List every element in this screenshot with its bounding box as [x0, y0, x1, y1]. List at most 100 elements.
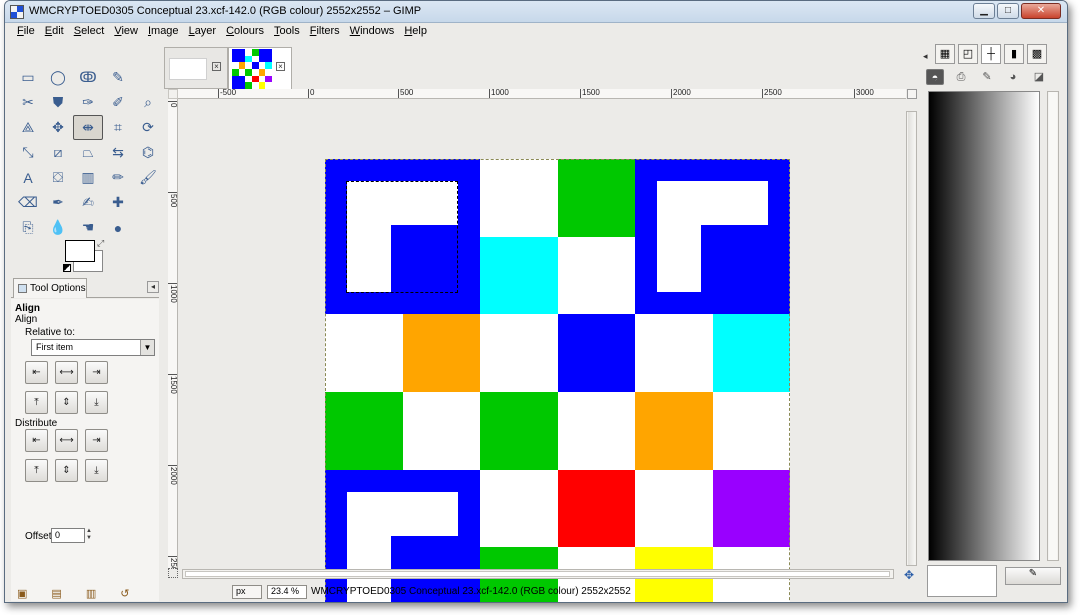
distribute-right-button[interactable]: ⇥: [85, 429, 108, 452]
zoom-select[interactable]: 23.4 %: [267, 585, 307, 599]
save-options-icon[interactable]: ▣: [17, 587, 27, 600]
zoom-image-toggle-icon[interactable]: [907, 89, 917, 99]
align-right-edge-button[interactable]: ⇥: [85, 361, 108, 384]
horizontal-ruler[interactable]: -500 0 500 1000 1500 2000 2500 3000: [178, 89, 906, 99]
brush-tab-icon[interactable]: ✎: [978, 69, 996, 85]
foreground-color-swatch[interactable]: [65, 240, 95, 262]
relative-to-select[interactable]: First item ▼: [31, 339, 155, 356]
printer-tab-icon[interactable]: ⎙: [952, 69, 970, 85]
distribute-bottom-button[interactable]: ⤓: [85, 459, 108, 482]
distribute-left-button[interactable]: ⇤: [25, 429, 48, 452]
fuzzy-select-icon[interactable]: ✎: [103, 65, 133, 90]
blur-icon[interactable]: 💧: [43, 215, 73, 240]
tab-tool-options[interactable]: Tool Options: [13, 278, 87, 298]
dock-scroll-left-icon[interactable]: ◂: [923, 51, 928, 62]
pointer-tab-icon[interactable]: ┼: [981, 44, 1001, 64]
delete-options-icon[interactable]: ▥: [86, 587, 96, 600]
close-tab-icon[interactable]: ×: [212, 62, 221, 71]
blend-icon[interactable]: ▥: [73, 165, 103, 190]
menu-item[interactable]: View: [109, 23, 143, 41]
palette-tab-icon[interactable]: ▩: [1027, 44, 1047, 64]
gradient-preview[interactable]: [928, 91, 1040, 561]
paintbrush-icon[interactable]: 🖌: [133, 165, 163, 190]
move-icon[interactable]: ✥: [43, 115, 73, 140]
menu-item[interactable]: Colours: [221, 23, 269, 41]
menu-item[interactable]: Edit: [40, 23, 69, 41]
scale-icon[interactable]: ⤡: [13, 140, 43, 165]
align-center-horizontal-button[interactable]: ⟷: [55, 361, 78, 384]
fg-bg-colors[interactable]: ⤢: [63, 238, 105, 274]
horizontal-scrollbar[interactable]: [182, 569, 894, 579]
color-picker-icon[interactable]: ✐: [103, 90, 133, 115]
heal-icon[interactable]: ✚: [103, 190, 133, 215]
gradients-tab-icon[interactable]: ▮: [1004, 44, 1024, 64]
minimize-button[interactable]: ▁: [973, 3, 995, 19]
menu-item[interactable]: Image: [143, 23, 184, 41]
menu-item[interactable]: Tools: [269, 23, 305, 41]
pencil-icon[interactable]: ✏: [103, 165, 133, 190]
align-icon[interactable]: ⇼: [73, 115, 103, 140]
close-tab-icon[interactable]: ×: [276, 62, 285, 71]
flip-icon[interactable]: ⇆: [103, 140, 133, 165]
ruler-corner[interactable]: [168, 89, 178, 99]
offset-spinner[interactable]: ▲ ▼: [86, 528, 93, 543]
brushes-tab-icon[interactable]: ◰: [958, 44, 978, 64]
panel-menu-icon[interactable]: ◂: [147, 281, 159, 293]
image-tab-active[interactable]: ×: [228, 47, 292, 89]
crop-icon[interactable]: ⌗: [103, 115, 133, 140]
distribute-center-button[interactable]: ⟷: [55, 429, 78, 452]
align-top-edge-button[interactable]: ⤒: [25, 391, 48, 414]
paths-icon[interactable]: ✑: [73, 90, 103, 115]
smudge-icon[interactable]: ☚: [73, 215, 103, 240]
align-middle-vertical-button[interactable]: ⇕: [55, 391, 78, 414]
bucket-fill-icon[interactable]: ⛋: [43, 165, 73, 190]
menu-item[interactable]: Filters: [305, 23, 345, 41]
restore-options-icon[interactable]: ▤: [51, 587, 61, 600]
airbrush-icon[interactable]: ✒: [43, 190, 73, 215]
shear-icon[interactable]: ⧄: [43, 140, 73, 165]
scissors-icon[interactable]: ✂: [13, 90, 43, 115]
menu-item[interactable]: Select: [69, 23, 110, 41]
perspective-icon[interactable]: ⏢: [73, 140, 103, 165]
default-colors-icon[interactable]: [63, 264, 71, 272]
menu-item[interactable]: Windows: [345, 23, 400, 41]
align-left-edge-button[interactable]: ⇤: [25, 361, 48, 384]
ink-icon[interactable]: ✍: [73, 190, 103, 215]
foreground-select-icon[interactable]: ⛊: [43, 90, 73, 115]
edit-gradient-button[interactable]: ✎: [1005, 567, 1061, 585]
vertical-scrollbar[interactable]: [906, 111, 917, 566]
colors-tab-icon[interactable]: ◕: [1004, 69, 1022, 85]
maximize-button[interactable]: □: [997, 3, 1019, 19]
align-bottom-edge-button[interactable]: ⤓: [85, 391, 108, 414]
reset-options-icon[interactable]: ↺: [120, 587, 129, 600]
fonts-tab-icon[interactable]: ◪: [1030, 69, 1048, 85]
text-icon[interactable]: A: [13, 165, 43, 190]
offset-input[interactable]: 0: [51, 528, 85, 543]
dodge-burn-icon[interactable]: ●: [103, 215, 133, 240]
navigate-icon[interactable]: ✥: [904, 568, 914, 582]
swap-colors-icon[interactable]: ⤢: [97, 238, 104, 249]
menu-item[interactable]: Layer: [184, 23, 222, 41]
unit-select[interactable]: px: [232, 585, 262, 599]
ellipse-select-icon[interactable]: ◯: [43, 65, 73, 90]
clone-icon[interactable]: ⎘: [13, 215, 43, 240]
distribute-middle-button[interactable]: ⇕: [55, 459, 78, 482]
close-button[interactable]: ✕: [1021, 3, 1061, 19]
gimp-wilber-tab-icon[interactable]: ◓: [926, 69, 944, 85]
menu-item[interactable]: File: [12, 23, 40, 41]
measure-icon[interactable]: ⟁: [13, 115, 43, 140]
vertical-ruler[interactable]: 0 500 1000 1500 2000 2500: [168, 99, 178, 569]
quick-mask-toggle[interactable]: [168, 568, 178, 578]
patterns-tab-icon[interactable]: ▦: [935, 44, 955, 64]
dock-scrollbar[interactable]: [1047, 91, 1059, 561]
image-tab-blank[interactable]: ×: [164, 47, 228, 89]
zoom-icon[interactable]: ⌕: [133, 90, 163, 115]
rect-select-icon[interactable]: ▭: [13, 65, 43, 90]
eraser-icon[interactable]: ⌫: [13, 190, 43, 215]
rotate-icon[interactable]: ⟳: [133, 115, 163, 140]
cage-icon[interactable]: ⌬: [133, 140, 163, 165]
distribute-top-button[interactable]: ⤒: [25, 459, 48, 482]
free-select-icon[interactable]: ↂ: [73, 65, 103, 90]
canvas[interactable]: [178, 99, 906, 602]
menu-item[interactable]: Help: [399, 23, 432, 41]
